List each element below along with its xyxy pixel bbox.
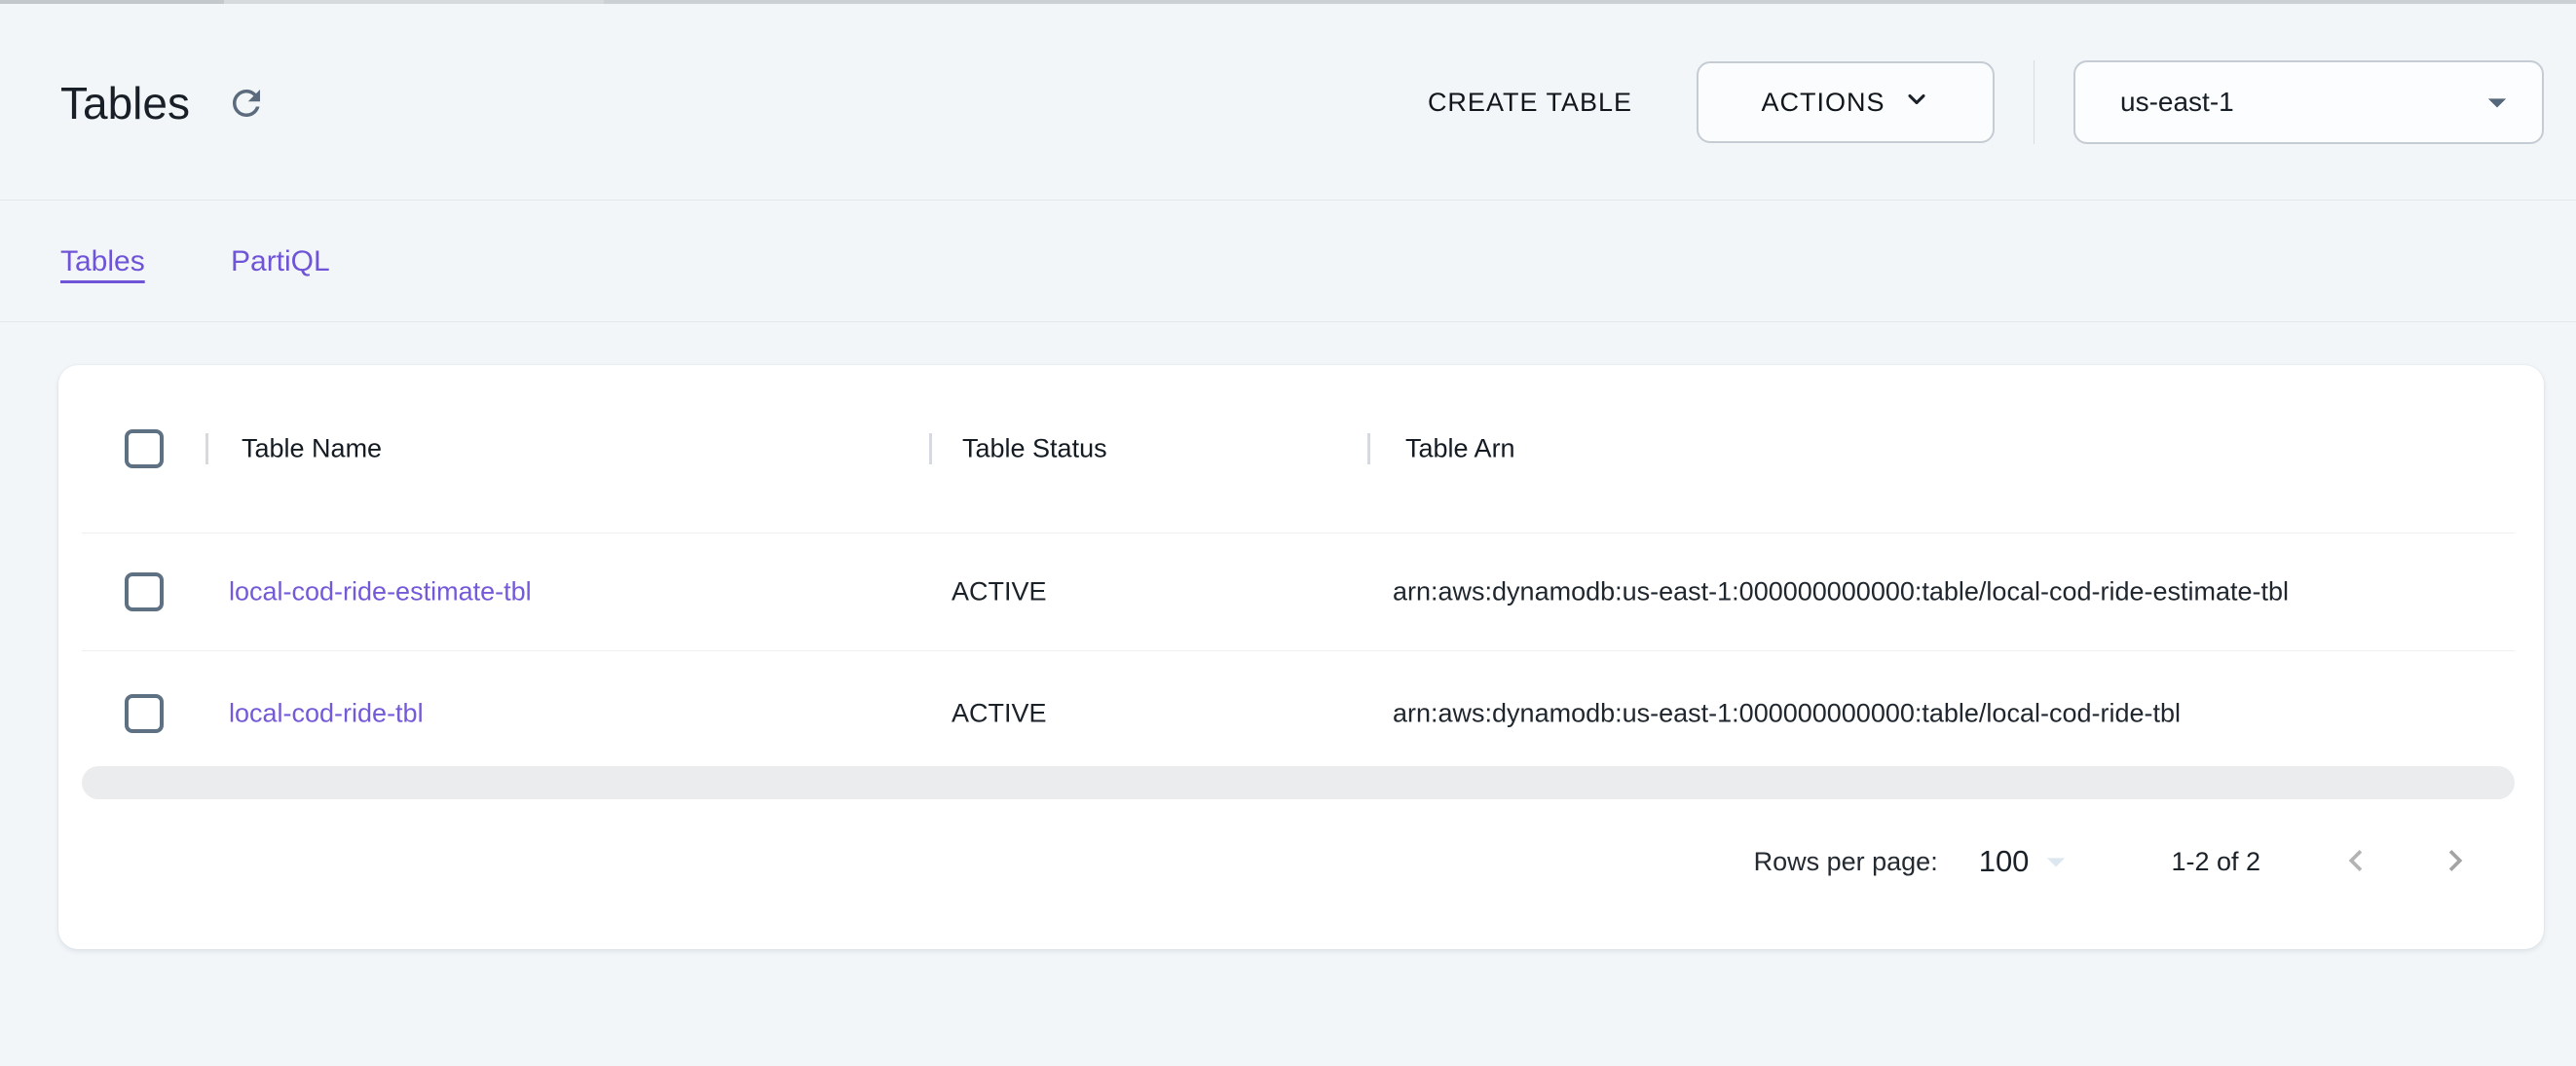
column-separator [1367,433,1370,464]
refresh-icon [226,112,267,127]
refresh-button[interactable] [224,82,269,127]
rows-per-page-value: 100 [1979,844,2030,879]
table-row: local-cod-ride-tbl ACTIVE arn:aws:dynamo… [58,650,2544,777]
column-header-table-arn: Table Arn [1405,434,1515,464]
table-status-value: ACTIVE [952,699,1047,729]
tab-tables[interactable]: Tables [60,245,145,278]
next-page-button[interactable] [2420,827,2490,897]
column-separator [929,433,932,464]
chevron-left-icon [2334,870,2377,885]
table-arn-value: arn:aws:dynamodb:us-east-1:000000000000:… [1393,699,2181,729]
header-actions: CREATE TABLE ACTIONS us-east-1 [1424,4,2544,201]
table-name-link[interactable]: local-cod-ride-estimate-tbl [229,576,532,607]
row-checkbox[interactable] [125,694,164,733]
table-row: local-cod-ride-estimate-tbl ACTIVE arn:a… [58,533,2544,650]
actions-dropdown-button[interactable]: ACTIONS [1697,61,1995,143]
tabs-bar: Tables PartiQL [0,202,2576,322]
chevron-right-icon [2434,870,2477,885]
page-header: Tables CREATE TABLE ACTIONS us-east-1 [0,4,2576,201]
table-header-row: Table Name Table Status Table Arn [58,365,2544,533]
rows-per-page-select[interactable]: 100 [1979,840,2078,883]
select-all-checkbox[interactable] [125,429,164,468]
page-title: Tables [60,78,190,129]
region-select-value: us-east-1 [2120,87,2234,118]
header-divider [2034,60,2035,144]
region-select[interactable]: us-east-1 [2073,60,2544,144]
table-status-value: ACTIVE [952,576,1047,607]
rows-per-page-label: Rows per page: [1754,847,1938,877]
row-checkbox[interactable] [125,572,164,611]
previous-page-button[interactable] [2321,827,2391,897]
column-separator [205,433,208,464]
dropdown-arrow-icon [2476,81,2519,124]
tables-card: Table Name Table Status Table Arn local-… [58,365,2544,949]
create-table-button[interactable]: CREATE TABLE [1424,78,1636,128]
column-header-table-status: Table Status [962,434,1107,464]
horizontal-scrollbar[interactable] [82,766,2515,799]
dynamodb-admin-screen: Tables CREATE TABLE ACTIONS us-east-1 Ta… [0,0,2576,1066]
table-name-link[interactable]: local-cod-ride-tbl [229,699,424,729]
chevron-down-icon [1903,86,1930,120]
tab-partiql[interactable]: PartiQL [231,245,330,278]
pagination-bar: Rows per page: 100 1-2 of 2 [1754,813,2490,910]
column-header-table-name: Table Name [242,434,382,464]
actions-dropdown-label: ACTIONS [1761,88,1885,118]
table-arn-value: arn:aws:dynamodb:us-east-1:000000000000:… [1393,576,2289,607]
pagination-range-label: 1-2 of 2 [2171,847,2260,877]
dropdown-arrow-icon [2035,840,2077,883]
